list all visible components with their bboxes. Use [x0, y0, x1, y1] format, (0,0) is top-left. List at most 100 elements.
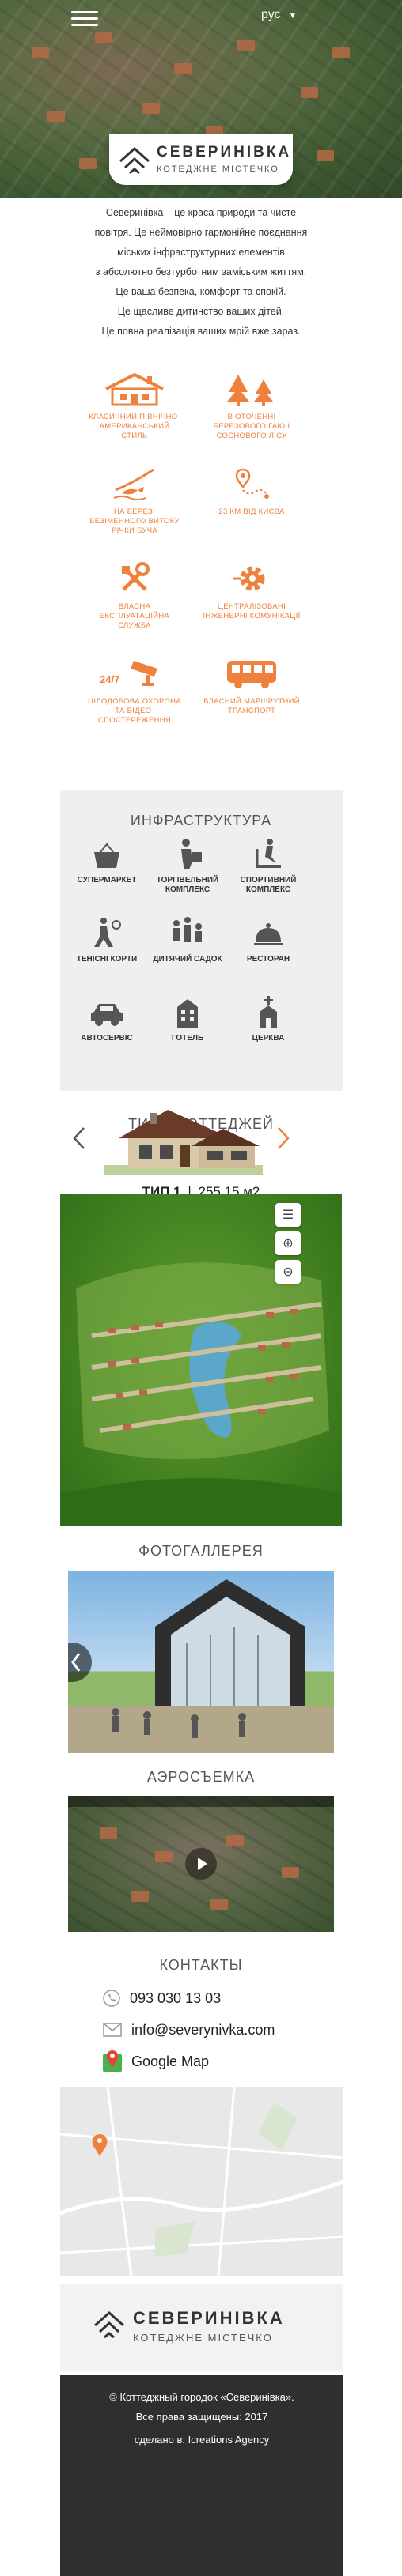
kids-icon [173, 917, 202, 942]
zoom-out-icon: ⊖ [283, 1265, 294, 1279]
infra-item: СУПЕРМАРКЕТ [65, 836, 149, 885]
feature-label: 23 КМ ВІД КИЄВА [218, 507, 285, 516]
infra-item: ТОРГІВЕЛЬНИЙ КОМПЛЕКС [146, 836, 229, 895]
zoom-in-icon: ⊕ [283, 1237, 294, 1250]
house-icon [105, 372, 164, 406]
feature-item: НА БЕРЕЗІ БЕЗІМЕННОГО ВИТОКУ РІЧКИ БУЧА [85, 457, 184, 536]
masterplan-map[interactable]: ☰ ⊕ ⊖ [60, 1194, 342, 1526]
gallery-photo [68, 1579, 334, 1753]
envelope-icon [103, 2023, 122, 2037]
google-maps-icon [103, 2050, 122, 2072]
phone-link[interactable]: 093 030 13 03 [103, 1987, 221, 2009]
infra-item: ЦЕРКВА [226, 994, 310, 1043]
intro-line: повітря. Це неймовірно гармонійне поєдна… [94, 227, 308, 238]
infra-label: АВТОСЕРВІС [81, 1034, 133, 1043]
feature-item: ВЛАСНА ЕКСПЛУАТАЦІЙНА СЛУЖБА [85, 552, 184, 631]
cloche-icon [254, 923, 283, 945]
chevron-left-icon [71, 1653, 81, 1672]
location-map-image [60, 2087, 343, 2276]
logo-mark-icon [94, 2310, 124, 2339]
footer: © Коттеджный городок «Северинівка». Все … [60, 2375, 343, 2576]
brand-subtitle: КОТЕДЖНЕ МІСТЕЧКО [157, 164, 279, 174]
intro-line: Це повна реалізація ваших мрій вже зараз… [101, 326, 301, 337]
tennis-icon [94, 918, 121, 947]
feature-item: ВЛАСНИЙ МАРШРУТНИЙ ТРАНСПОРТ [203, 647, 301, 716]
credit-link[interactable]: сделано в: Icreations Agency [60, 2434, 343, 2446]
infrastructure-title: ИНФРАСТРУКТУРА [130, 813, 272, 828]
feature-label: ВЛАСНА ЕКСПЛУАТАЦІЙНА СЛУЖБА [99, 602, 170, 630]
infra-label: ДИТЯЧИЙ САДОК [153, 955, 222, 964]
infra-label: ТОРГІВЕЛЬНИЙ КОМПЛЕКС [156, 876, 219, 894]
prev-arrow-icon[interactable] [73, 1126, 85, 1150]
intro-line: міських інфраструктурних елементів [117, 247, 285, 258]
zoom-in-button[interactable]: ⊕ [275, 1231, 301, 1255]
feature-item: КЛАСИЧНИЙ ПІВНІЧНО-АМЕРИКАНСЬКИЙ СТИЛЬ [85, 362, 184, 441]
feature-label: НА БЕРЕЗІ БЕЗІМЕННОГО ВИТОКУ РІЧКИ БУЧА [89, 507, 180, 535]
footer-logo[interactable]: СЕВЕРИНІВКА КОТЕДЖНЕ МІСТЕЧКО [60, 2284, 343, 2371]
car-service-icon [91, 1004, 123, 1026]
intro-line: з абсолютно безтурботним заміським життя… [95, 266, 307, 277]
next-arrow-icon[interactable] [277, 1126, 290, 1150]
bus-icon [227, 661, 276, 688]
footer-brand-title: СЕВЕРИНІВКА [133, 2308, 285, 2328]
language-selector[interactable]: рус ▼ [261, 8, 297, 22]
infra-item: ГОТЕЛЬ [146, 994, 229, 1043]
map-pin-icon [235, 468, 269, 499]
email-link[interactable]: info@severynivka.com [103, 2019, 275, 2041]
chevron-down-icon: ▼ [289, 12, 297, 21]
google-map-text: Google Map [131, 2053, 210, 2069]
layers-button[interactable]: ☰ [275, 1203, 301, 1227]
language-label: рус [261, 8, 281, 21]
feature-label: КЛАСИЧНИЙ ПІВНІЧНО-АМЕРИКАНСЬКИЙ СТИЛЬ [89, 413, 180, 440]
gallery-title: ФОТОГАЛЛЕРЕЯ [138, 1543, 264, 1559]
shopper-icon [181, 839, 202, 869]
treadmill-icon [256, 839, 281, 868]
feature-label: ВЛАСНИЙ МАРШРУТНИЙ ТРАНСПОРТ [203, 697, 300, 715]
infra-label: СУПЕРМАРКЕТ [77, 876, 137, 884]
play-icon [198, 1858, 207, 1870]
intro-line: Це щасливе дитинство ваших дітей. [117, 306, 285, 317]
gear-icon [233, 566, 265, 591]
infra-item: АВТОСЕРВІС [65, 994, 149, 1043]
menu-icon[interactable] [71, 11, 98, 27]
feature-item: ЦЕНТРАЛІЗОВАНІ ІНЖЕНЕРНІ КОМУНІКАЦІЇ [203, 552, 301, 621]
location-map[interactable] [60, 2087, 343, 2276]
logo[interactable]: СЕВЕРИНІВКА КОТЕДЖНЕ МІСТЕЧКО [109, 134, 293, 185]
feature-item: 23 КМ ВІД КИЄВА [203, 457, 301, 517]
infra-item: ТЕНІСНІ КОРТИ [65, 915, 149, 964]
aerial-title: АЭРОСЪЕМКА [146, 1769, 256, 1785]
basket-icon [94, 843, 119, 868]
infra-label: ЦЕРКВА [252, 1034, 285, 1043]
trees-icon [227, 375, 273, 406]
play-button[interactable] [185, 1848, 217, 1880]
aerial-video[interactable] [68, 1796, 334, 1932]
infra-label: СПОРТИВНИЙ КОМПЛЕКС [240, 876, 297, 894]
infra-item: ДИТЯЧИЙ САДОК [146, 915, 229, 964]
feature-label: ЦЕНТРАЛІЗОВАНІ ІНЖЕНЕРНІ КОМУНІКАЦІЇ [203, 602, 301, 620]
gallery-slide[interactable] [68, 1571, 334, 1753]
footer-brand-subtitle: КОТЕДЖНЕ МІСТЕЧКО [133, 2332, 273, 2344]
email-text: info@severynivka.com [131, 2021, 275, 2038]
security-badge: 24/7 [100, 673, 120, 685]
feature-label: ЦІЛОДОБОВА ОХОРОНА ТА ВІДЕО-СПОСТЕРЕЖЕНН… [88, 697, 181, 725]
copyright-line: Все права защищены: 2017 [135, 2411, 268, 2423]
hotel-icon [177, 999, 198, 1028]
intro-line: Северинівка – це краса природи та чисте [105, 207, 297, 218]
feature-item: 24/7 ЦІЛОДОБОВА ОХОРОНА ТА ВІДЕО-СПОСТЕР… [85, 647, 184, 726]
sliders-icon: ☰ [282, 1209, 294, 1222]
intro-line: Це ваша безпека, комфорт та спокій. [116, 286, 286, 297]
google-map-link[interactable]: Google Map [103, 2050, 209, 2072]
feature-item: В ОТОЧЕННІ БЕРЕЗОВОГО ГАЮ І СОСНОВОГО ЛІ… [203, 362, 301, 441]
zoom-out-button[interactable]: ⊖ [275, 1260, 301, 1284]
infra-item: СПОРТИВНИЙ КОМПЛЕКС [226, 836, 310, 895]
tools-icon [122, 562, 150, 591]
infra-label: ТЕНІСНІ КОРТИ [76, 955, 138, 964]
phone-icon [103, 1990, 120, 2007]
video-title-bar [68, 1796, 334, 1807]
fishing-icon [113, 468, 154, 500]
feature-label: В ОТОЧЕННІ БЕРЕЗОВОГО ГАЮ І СОСНОВОГО ЛІ… [213, 413, 290, 440]
copyright-line: © Коттеджный городок «Северинівка». [109, 2391, 294, 2403]
infra-label: ГОТЕЛЬ [171, 1034, 204, 1043]
infra-label: РЕСТОРАН [246, 955, 290, 964]
cottage-image[interactable] [104, 1102, 263, 1175]
